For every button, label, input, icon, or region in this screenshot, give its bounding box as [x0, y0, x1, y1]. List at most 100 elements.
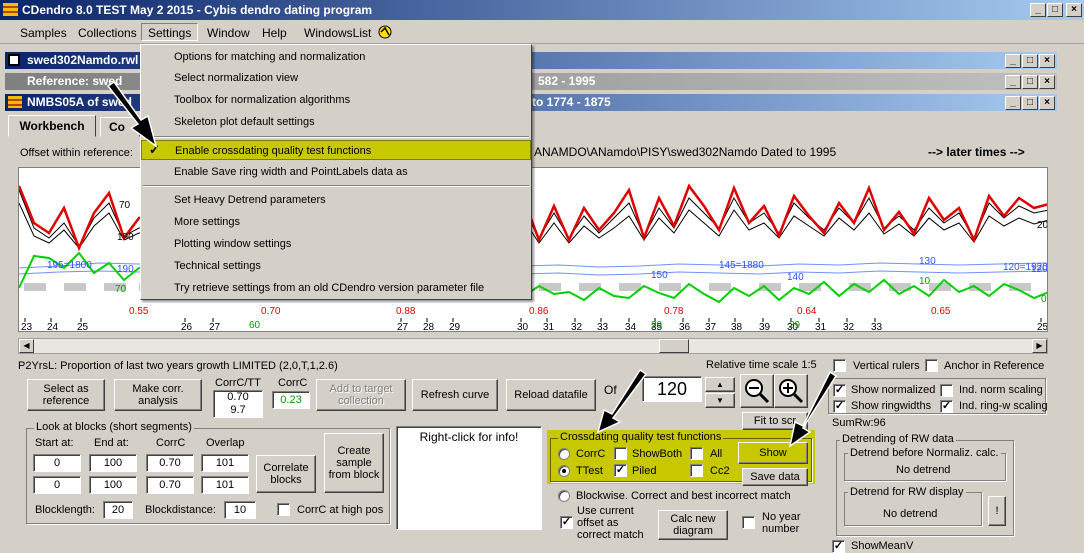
zoom-in-icon	[779, 379, 804, 404]
show-meanv-checkbox[interactable]: ✓	[832, 540, 845, 553]
blocklength-field[interactable]: 20	[103, 501, 133, 519]
menu-collections[interactable]: Collections	[72, 24, 143, 42]
blockwise-radio[interactable]	[558, 490, 570, 502]
menu-retrieve-old-settings[interactable]: Try retrieve settings from an old CDendr…	[141, 278, 531, 298]
menu-help[interactable]: Help	[256, 24, 293, 42]
block2-corrc-field[interactable]: 0.70	[146, 476, 194, 494]
axis-tick-label: 27	[397, 322, 409, 332]
save-data-button[interactable]: Save data	[742, 468, 808, 486]
red-corr-label: 0.78	[664, 306, 684, 317]
mdi2-close-button[interactable]: ×	[1039, 75, 1055, 89]
menu-samples[interactable]: Samples	[14, 24, 73, 42]
offset-down-button[interactable]: ▼	[705, 393, 735, 408]
later-times-label: --> later times -->	[928, 145, 1025, 159]
offset-value-field[interactable]: 120	[642, 376, 702, 402]
reference-path: ANAMDO\ANamdo\PISY\swed302Namdo Dated to…	[534, 145, 837, 159]
detrend-before-value[interactable]: No detrend	[896, 464, 950, 476]
mdi3-maximize-button[interactable]: □	[1022, 96, 1038, 110]
menu-technical-settings[interactable]: Technical settings	[141, 256, 531, 276]
axis-tick-label: 32	[571, 322, 583, 332]
menu-enable-save-ring-width[interactable]: Enable Save ring width and PointLabels d…	[141, 162, 531, 182]
scroll-left-arrow[interactable]: ◀	[19, 339, 34, 353]
tab-second[interactable]: Co	[100, 117, 140, 137]
block2-overlap-field[interactable]: 101	[201, 476, 249, 494]
corrc-radio[interactable]	[558, 448, 570, 460]
showboth-checkbox[interactable]	[614, 447, 627, 460]
menu-more-settings[interactable]: More settings	[141, 212, 531, 232]
block1-overlap-field[interactable]: 101	[201, 454, 249, 472]
menu-plotting-window-settings[interactable]: Plotting window settings	[141, 234, 531, 254]
vertical-rulers-checkbox[interactable]	[833, 359, 846, 372]
menu-skeleton-plot-settings[interactable]: Skeleton plot default settings	[141, 112, 531, 132]
red-corr-label: 0.86	[529, 306, 549, 317]
blockdistance-field[interactable]: 10	[224, 501, 256, 519]
show-button[interactable]: Show	[738, 442, 808, 464]
ind-norm-scaling-checkbox[interactable]	[940, 384, 953, 397]
create-sample-from-block-button[interactable]: Create sample from block	[324, 433, 384, 493]
menu-toolbox-normalization[interactable]: Toolbox for normalization algorithms	[141, 90, 531, 110]
cc2-checkbox[interactable]	[690, 464, 703, 477]
block2-start-field[interactable]: 0	[33, 476, 81, 494]
ind-ringw-scaling-checkbox[interactable]: ✓	[940, 400, 953, 413]
mdi2-minimize-button[interactable]: _	[1005, 75, 1021, 89]
minimize-button[interactable]: _	[1030, 3, 1046, 17]
scroll-thumb[interactable]	[659, 339, 689, 353]
plot-scrollbar[interactable]: ◀ ▶	[18, 338, 1048, 354]
piled-checkbox[interactable]: ✓	[614, 464, 627, 477]
block1-end-field[interactable]: 100	[89, 454, 137, 472]
make-corr-analysis-button[interactable]: Make corr. analysis	[114, 379, 202, 411]
tab-workbench[interactable]: Workbench	[8, 115, 96, 137]
menu-enable-crossdating[interactable]: Enable crossdating quality test function…	[141, 140, 531, 160]
mdi1-maximize-button[interactable]: □	[1022, 54, 1038, 68]
info-textbox[interactable]: Right-click for info!	[396, 426, 542, 530]
corrc-field[interactable]: 0.23	[272, 391, 310, 409]
menu-heavy-detrend[interactable]: Set Heavy Detrend parameters	[141, 190, 531, 210]
mdi3-minimize-button[interactable]: _	[1005, 96, 1021, 110]
add-to-target-collection-button[interactable]: Add to target collection	[316, 379, 406, 411]
mdi1-close-button[interactable]: ×	[1039, 54, 1055, 68]
detrend-display-value[interactable]: No detrend	[883, 508, 937, 520]
corrc-tt-field[interactable]: 0.70 9.7	[213, 390, 263, 418]
menubar: Samples Collections Settings Window Help…	[0, 20, 1084, 44]
blue-label: 120	[1031, 264, 1048, 275]
select-as-reference-button[interactable]: Select as reference	[27, 379, 105, 411]
offset-up-button[interactable]: ▲	[705, 377, 735, 392]
zoom-out-button[interactable]	[740, 374, 774, 408]
refresh-curve-button[interactable]: Refresh curve	[412, 379, 498, 411]
maximize-button[interactable]: □	[1047, 3, 1063, 17]
block2-end-field[interactable]: 100	[89, 476, 137, 494]
all-checkbox[interactable]	[690, 447, 703, 460]
zoom-in-button[interactable]	[774, 374, 808, 408]
mdi3-close-button[interactable]: ×	[1039, 96, 1055, 110]
overlap-label: Overlap	[206, 437, 245, 449]
menu-windowslist[interactable]: WindowsList	[298, 24, 377, 42]
blue-label: 130	[919, 256, 936, 267]
axis-tick-label: 25	[77, 322, 89, 332]
show-ringwidths-checkbox[interactable]: ✓	[833, 400, 846, 413]
block1-start-field[interactable]: 0	[33, 454, 81, 472]
mdi2-maximize-button[interactable]: □	[1022, 75, 1038, 89]
mdi1-minimize-button[interactable]: _	[1005, 54, 1021, 68]
axis-tick-label: 34	[625, 322, 637, 332]
fit-to-screen-button[interactable]: Fit to scr	[742, 412, 808, 430]
ttest-radio[interactable]	[558, 465, 570, 477]
menu-window[interactable]: Window	[201, 24, 256, 42]
correlate-blocks-button[interactable]: Correlate blocks	[256, 455, 316, 493]
detrend-settings-button[interactable]: !	[988, 496, 1006, 526]
calc-new-diagram-button[interactable]: Calc new diagram	[658, 510, 728, 540]
corrc-high-pos-checkbox[interactable]	[277, 503, 290, 516]
use-current-offset-checkbox[interactable]: ✓	[560, 516, 573, 529]
green-label: 0	[1041, 294, 1047, 305]
block1-corrc-field[interactable]: 0.70	[146, 454, 194, 472]
reload-datafile-button[interactable]: Reload datafile	[506, 379, 596, 411]
menu-select-normalization-view[interactable]: Select normalization view	[141, 68, 531, 88]
menu-options-matching[interactable]: Options for matching and normalization	[141, 47, 531, 67]
sun-icon[interactable]	[375, 23, 395, 41]
show-normalized-checkbox[interactable]: ✓	[833, 384, 846, 397]
scroll-right-arrow[interactable]: ▶	[1032, 339, 1047, 353]
no-year-number-checkbox[interactable]	[742, 516, 755, 529]
showboth-label: ShowBoth	[632, 448, 683, 460]
menu-settings[interactable]: Settings	[141, 23, 199, 41]
close-button[interactable]: ×	[1066, 3, 1082, 17]
anchor-reference-checkbox[interactable]	[925, 359, 938, 372]
